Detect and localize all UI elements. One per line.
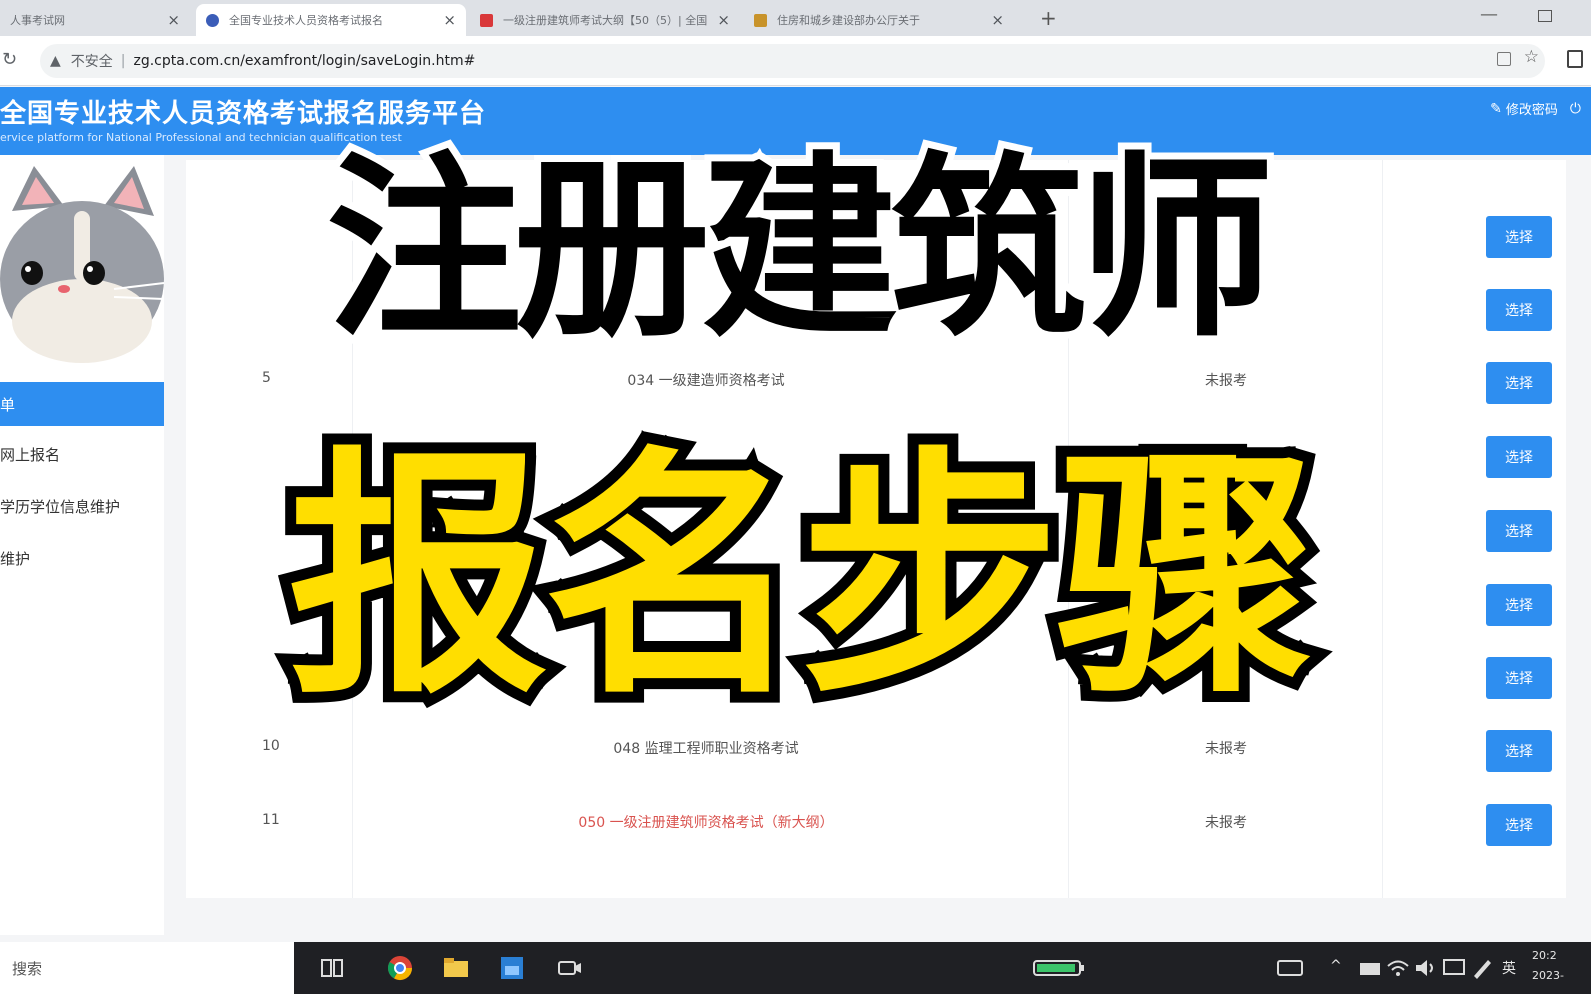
video-icon[interactable] bbox=[556, 954, 584, 982]
sidebar-item-label: 单 bbox=[0, 395, 16, 414]
exam-name: 050 一级注册建筑师资格考试（新大纲） bbox=[578, 815, 834, 831]
browser-tab[interactable]: 一级注册建筑师考试大纲【50（5）| 全国 × bbox=[470, 4, 740, 36]
security-label[interactable]: 不安全 bbox=[71, 51, 113, 71]
browser-toolbar: ↻ ▲ 不安全 | zg.cpta.com.cn/examfront/login… bbox=[0, 36, 1591, 86]
edit-password-label: 修改密码 bbox=[1505, 103, 1558, 118]
table-row: 11 050 一级注册建筑师资格考试（新大纲） 未报考 选择 bbox=[186, 788, 1556, 862]
site-title: 全国专业技术人员资格考试报名服务平台 bbox=[0, 99, 487, 129]
exam-name: 048 监理工程师职业资格考试 bbox=[613, 741, 799, 757]
select-button[interactable]: 选择 bbox=[1486, 657, 1552, 699]
battery-icon[interactable] bbox=[1030, 954, 1088, 982]
exam-name: 034 一级建造师资格考试 bbox=[627, 373, 785, 389]
keyboard-icon[interactable] bbox=[1276, 954, 1304, 982]
wifi-icon[interactable] bbox=[1384, 954, 1412, 982]
overlay-title-line1: 注册建筑师 bbox=[319, 129, 1281, 371]
taskbar: 搜索 ^ 英 20:2 2023- bbox=[0, 942, 1591, 994]
clock-time: 20:2 bbox=[1532, 949, 1557, 962]
reload-icon[interactable]: ↻ bbox=[2, 49, 17, 70]
select-button[interactable]: 选择 bbox=[1486, 510, 1552, 552]
browser-tab[interactable]: 住房和城乡建设部办公厅关于 × bbox=[744, 4, 1014, 36]
cat-sticker-icon bbox=[0, 166, 165, 363]
volume-icon[interactable] bbox=[1412, 954, 1440, 982]
select-button[interactable]: 选择 bbox=[1486, 804, 1552, 846]
url-text[interactable]: zg.cpta.com.cn/examfront/login/saveLogin… bbox=[134, 53, 476, 69]
app-icon[interactable] bbox=[498, 954, 526, 982]
sidebar-panel-icon[interactable] bbox=[1567, 50, 1583, 68]
exam-status: 未报考 bbox=[1205, 741, 1247, 757]
new-tab-button[interactable]: + bbox=[1040, 6, 1057, 30]
close-icon[interactable]: × bbox=[167, 11, 180, 29]
edit-icon: ✎ bbox=[1490, 100, 1502, 117]
network-icon[interactable] bbox=[1356, 954, 1384, 982]
tab-title: 一级注册建筑师考试大纲【50（5）| 全国 bbox=[503, 14, 708, 27]
row-number: 11 bbox=[262, 812, 280, 828]
browser-tab[interactable]: 人事考试网 × bbox=[0, 4, 190, 36]
emblem-favicon-icon bbox=[754, 13, 767, 27]
select-button[interactable]: 选择 bbox=[1486, 730, 1552, 772]
warning-icon[interactable]: ▲ bbox=[50, 53, 61, 69]
pen-icon[interactable] bbox=[1468, 954, 1496, 982]
close-icon[interactable]: × bbox=[991, 11, 1004, 29]
minimize-icon[interactable]: — bbox=[1480, 4, 1498, 25]
tab-title: 人事考试网 bbox=[10, 14, 65, 27]
browser-tab-active[interactable]: 全国专业技术人员资格考试报名 × bbox=[196, 4, 466, 36]
file-explorer-icon[interactable] bbox=[442, 954, 470, 982]
edit-password-link[interactable]: ✎ 修改密码 ⏻ bbox=[1490, 99, 1581, 119]
separator: | bbox=[120, 53, 126, 69]
browser-tab-strip: 人事考试网 × 全国专业技术人员资格考试报名 × 一级注册建筑师考试大纲【50（… bbox=[0, 0, 1591, 36]
site-favicon-icon bbox=[206, 13, 219, 27]
select-button[interactable]: 选择 bbox=[1486, 216, 1552, 258]
select-button[interactable]: 选择 bbox=[1486, 362, 1552, 404]
chevron-up-icon[interactable]: ^ bbox=[1330, 958, 1342, 974]
select-button[interactable]: 选择 bbox=[1486, 289, 1552, 331]
exam-status: 未报考 bbox=[1205, 373, 1247, 389]
screen: 人事考试网 × 全国专业技术人员资格考试报名 × 一级注册建筑师考试大纲【50（… bbox=[0, 0, 1591, 994]
address-bar[interactable]: ▲ 不安全 | zg.cpta.com.cn/examfront/login/s… bbox=[40, 44, 1545, 78]
display-icon[interactable] bbox=[1440, 954, 1468, 982]
clock-date: 2023- bbox=[1532, 969, 1564, 982]
close-icon[interactable]: × bbox=[443, 11, 456, 29]
row-number: 5 bbox=[262, 370, 271, 386]
overlay-title-line2: 报名步骤 bbox=[277, 416, 1327, 740]
task-view-icon[interactable] bbox=[318, 954, 346, 982]
tab-title: 全国专业技术人员资格考试报名 bbox=[229, 14, 383, 27]
exam-status: 未报考 bbox=[1205, 815, 1247, 831]
select-button[interactable]: 选择 bbox=[1486, 436, 1552, 478]
close-icon[interactable]: × bbox=[717, 11, 730, 29]
maximize-icon[interactable] bbox=[1538, 10, 1552, 22]
ime-indicator[interactable]: 英 bbox=[1502, 958, 1516, 978]
select-button[interactable]: 选择 bbox=[1486, 584, 1552, 626]
site-favicon-icon bbox=[480, 13, 493, 27]
search-placeholder: 搜索 bbox=[12, 959, 43, 978]
chrome-icon[interactable] bbox=[386, 954, 414, 982]
tab-title: 住房和城乡建设部办公厅关于 bbox=[777, 14, 920, 27]
sidebar-item-label: 学历学位信息维护 bbox=[0, 497, 121, 516]
share-icon[interactable] bbox=[1497, 52, 1511, 66]
sidebar-item-label: 网上报名 bbox=[0, 445, 61, 464]
logout-icon[interactable]: ⏻ bbox=[1570, 101, 1581, 117]
sidebar-item-label: 维护 bbox=[0, 549, 31, 568]
clock[interactable]: 20:2 2023- bbox=[1532, 946, 1564, 986]
taskbar-search[interactable]: 搜索 bbox=[0, 942, 294, 994]
row-number: 10 bbox=[262, 738, 280, 754]
bookmark-star-icon[interactable]: ☆ bbox=[1524, 47, 1539, 67]
